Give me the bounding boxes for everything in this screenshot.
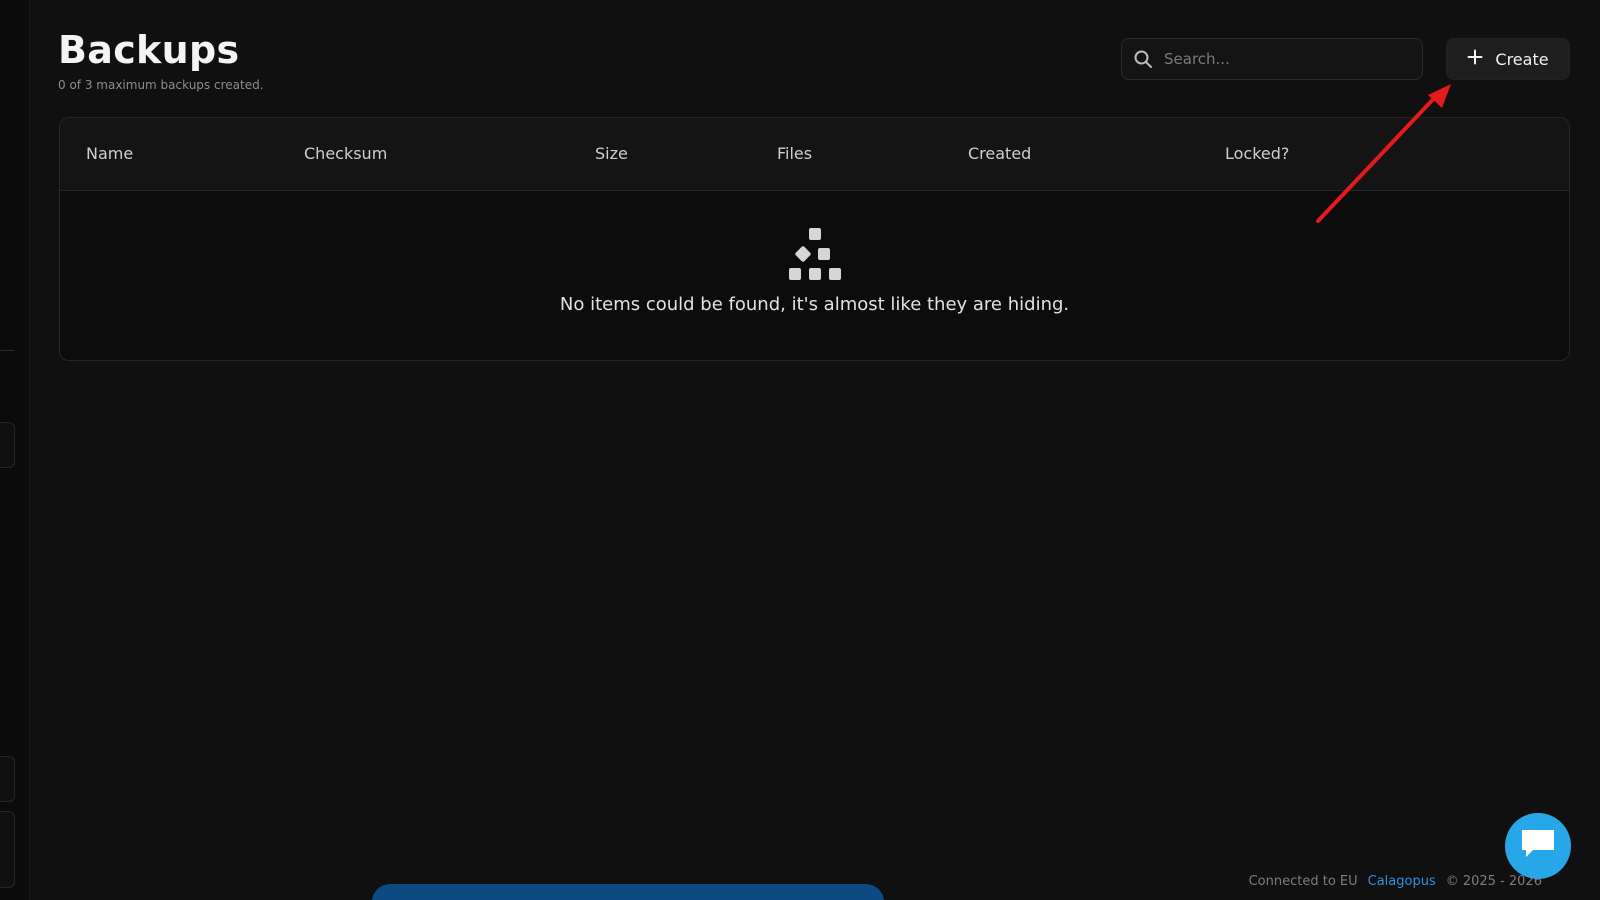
column-header-locked: Locked?	[1225, 144, 1290, 163]
table-header: Name Checksum Size Files Created Locked?	[60, 118, 1569, 191]
create-button[interactable]: Create	[1446, 38, 1570, 80]
sidebar-item[interactable]	[0, 422, 15, 468]
search-input[interactable]	[1154, 38, 1422, 80]
sidebar-item[interactable]	[0, 756, 15, 802]
plus-icon	[1467, 49, 1483, 69]
brand-link[interactable]: Calagopus	[1368, 874, 1436, 889]
page-title: Backups	[58, 28, 240, 72]
backups-table: Name Checksum Size Files Created Locked?…	[59, 117, 1570, 361]
chat-icon	[1519, 827, 1557, 865]
chat-button[interactable]	[1505, 813, 1571, 879]
app-root: Backups 0 of 3 maximum backups created. …	[0, 0, 1600, 900]
sidebar-item[interactable]	[0, 811, 15, 888]
column-header-created: Created	[968, 144, 1032, 163]
create-button-label: Create	[1495, 49, 1549, 69]
sidebar-divider	[0, 350, 14, 351]
column-header-files: Files	[777, 144, 813, 163]
empty-state-message: No items could be found, it's almost lik…	[559, 294, 1070, 315]
empty-state: No items could be found, it's almost lik…	[60, 190, 1569, 360]
column-header-size: Size	[595, 144, 628, 163]
bottom-bar[interactable]	[372, 884, 884, 900]
page-subtitle: 0 of 3 maximum backups created.	[58, 78, 264, 92]
empty-boxes-icon	[787, 228, 843, 284]
search-box[interactable]	[1121, 38, 1423, 80]
search-icon	[1132, 48, 1154, 70]
sidebar	[0, 0, 30, 900]
connection-status: Connected to EU	[1248, 874, 1358, 889]
column-header-name: Name	[86, 144, 134, 163]
footer: Connected to EU Calagopus © 2025 - 2026	[1249, 874, 1542, 889]
column-header-checksum: Checksum	[304, 144, 388, 163]
